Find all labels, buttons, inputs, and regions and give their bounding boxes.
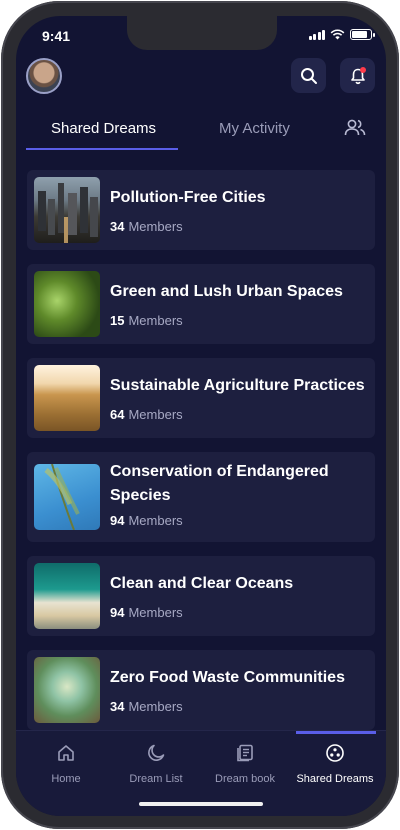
people-icon[interactable]	[344, 118, 366, 138]
member-count-label: Members	[128, 313, 183, 328]
avatar[interactable]	[26, 58, 62, 94]
dream-title: Sustainable Agriculture Practices	[110, 377, 365, 394]
nav-label: Shared Dreams	[296, 773, 374, 785]
battery-icon	[350, 29, 375, 40]
member-count-value: 34	[110, 219, 125, 234]
dream-title: Conservation of Endangered Species	[110, 463, 329, 504]
notification-button[interactable]	[340, 58, 375, 93]
search-button[interactable]	[291, 58, 326, 93]
dream-card[interactable]: Conservation of Endangered Species 94 Mem…	[27, 452, 375, 542]
tab-shared-dreams[interactable]: Shared Dreams	[51, 120, 156, 137]
status-time: 9:41	[42, 28, 71, 44]
search-icon	[300, 67, 317, 84]
notification-dot	[360, 67, 366, 73]
dream-thumbnail	[34, 563, 100, 629]
book-icon	[237, 744, 253, 762]
member-count-label: Members	[128, 605, 183, 620]
home-icon	[58, 745, 74, 761]
member-count: 34 Members	[110, 219, 183, 234]
home-indicator	[139, 802, 263, 806]
shared-icon	[326, 744, 344, 762]
member-count-value: 34	[110, 699, 125, 714]
member-count-value: 94	[110, 513, 125, 528]
moon-icon	[148, 744, 165, 761]
tab-bar: Shared Dreams My Activity	[16, 114, 386, 150]
dream-thumbnail	[34, 365, 100, 431]
member-count-value: 15	[110, 313, 125, 328]
member-count-label: Members	[128, 219, 183, 234]
member-count: 34 Members	[110, 699, 183, 714]
dream-card[interactable]: Sustainable Agriculture Practices 64 Memb…	[27, 358, 375, 438]
dream-card[interactable]: Green and Lush Urban Spaces 15 Members	[27, 264, 375, 344]
signal-icon	[308, 29, 325, 40]
dream-card[interactable]: Clean and Clear Oceans 94 Members	[27, 556, 375, 636]
nav-dream-list[interactable]: Dream List	[111, 731, 201, 785]
dream-thumbnail	[34, 464, 100, 530]
dream-card[interactable]: Pollution-Free Cities 34 Members	[27, 170, 375, 250]
active-tab-indicator	[26, 148, 178, 150]
nav-shared-dreams[interactable]: Shared Dreams	[290, 731, 380, 785]
member-count-label: Members	[128, 407, 183, 422]
nav-label: Dream List	[129, 773, 183, 785]
dream-card[interactable]: Zero Food Waste Communities 34 Members	[27, 650, 375, 730]
notch	[127, 16, 277, 50]
nav-dream-book[interactable]: Dream book	[200, 731, 290, 785]
dream-thumbnail	[34, 657, 100, 723]
member-count-label: Members	[128, 699, 183, 714]
member-count-value: 94	[110, 605, 125, 620]
dream-title: Pollution-Free Cities	[110, 189, 266, 206]
nav-home[interactable]: Home	[21, 731, 111, 785]
nav-label: Dream book	[215, 773, 275, 785]
dream-title: Clean and Clear Oceans	[110, 575, 294, 592]
dream-thumbnail	[34, 177, 100, 243]
member-count-label: Members	[128, 513, 183, 528]
member-count: 15 Members	[110, 313, 183, 328]
status-icons	[308, 29, 375, 40]
dream-title: Zero Food Waste Communities	[110, 669, 345, 686]
member-count: 94 Members	[110, 513, 183, 528]
member-count: 64 Members	[110, 407, 183, 422]
dream-thumbnail	[34, 271, 100, 337]
nav-label: Home	[51, 773, 81, 785]
dream-title: Green and Lush Urban Spaces	[110, 283, 343, 300]
app-screen: 9:41 Shared Dreams My Activity Pollution…	[16, 16, 386, 816]
member-count: 94 Members	[110, 605, 183, 620]
phone-frame: 9:41 Shared Dreams My Activity Pollution…	[1, 1, 399, 829]
wifi-icon	[330, 29, 345, 40]
tab-my-activity[interactable]: My Activity	[219, 120, 290, 137]
member-count-value: 64	[110, 407, 125, 422]
